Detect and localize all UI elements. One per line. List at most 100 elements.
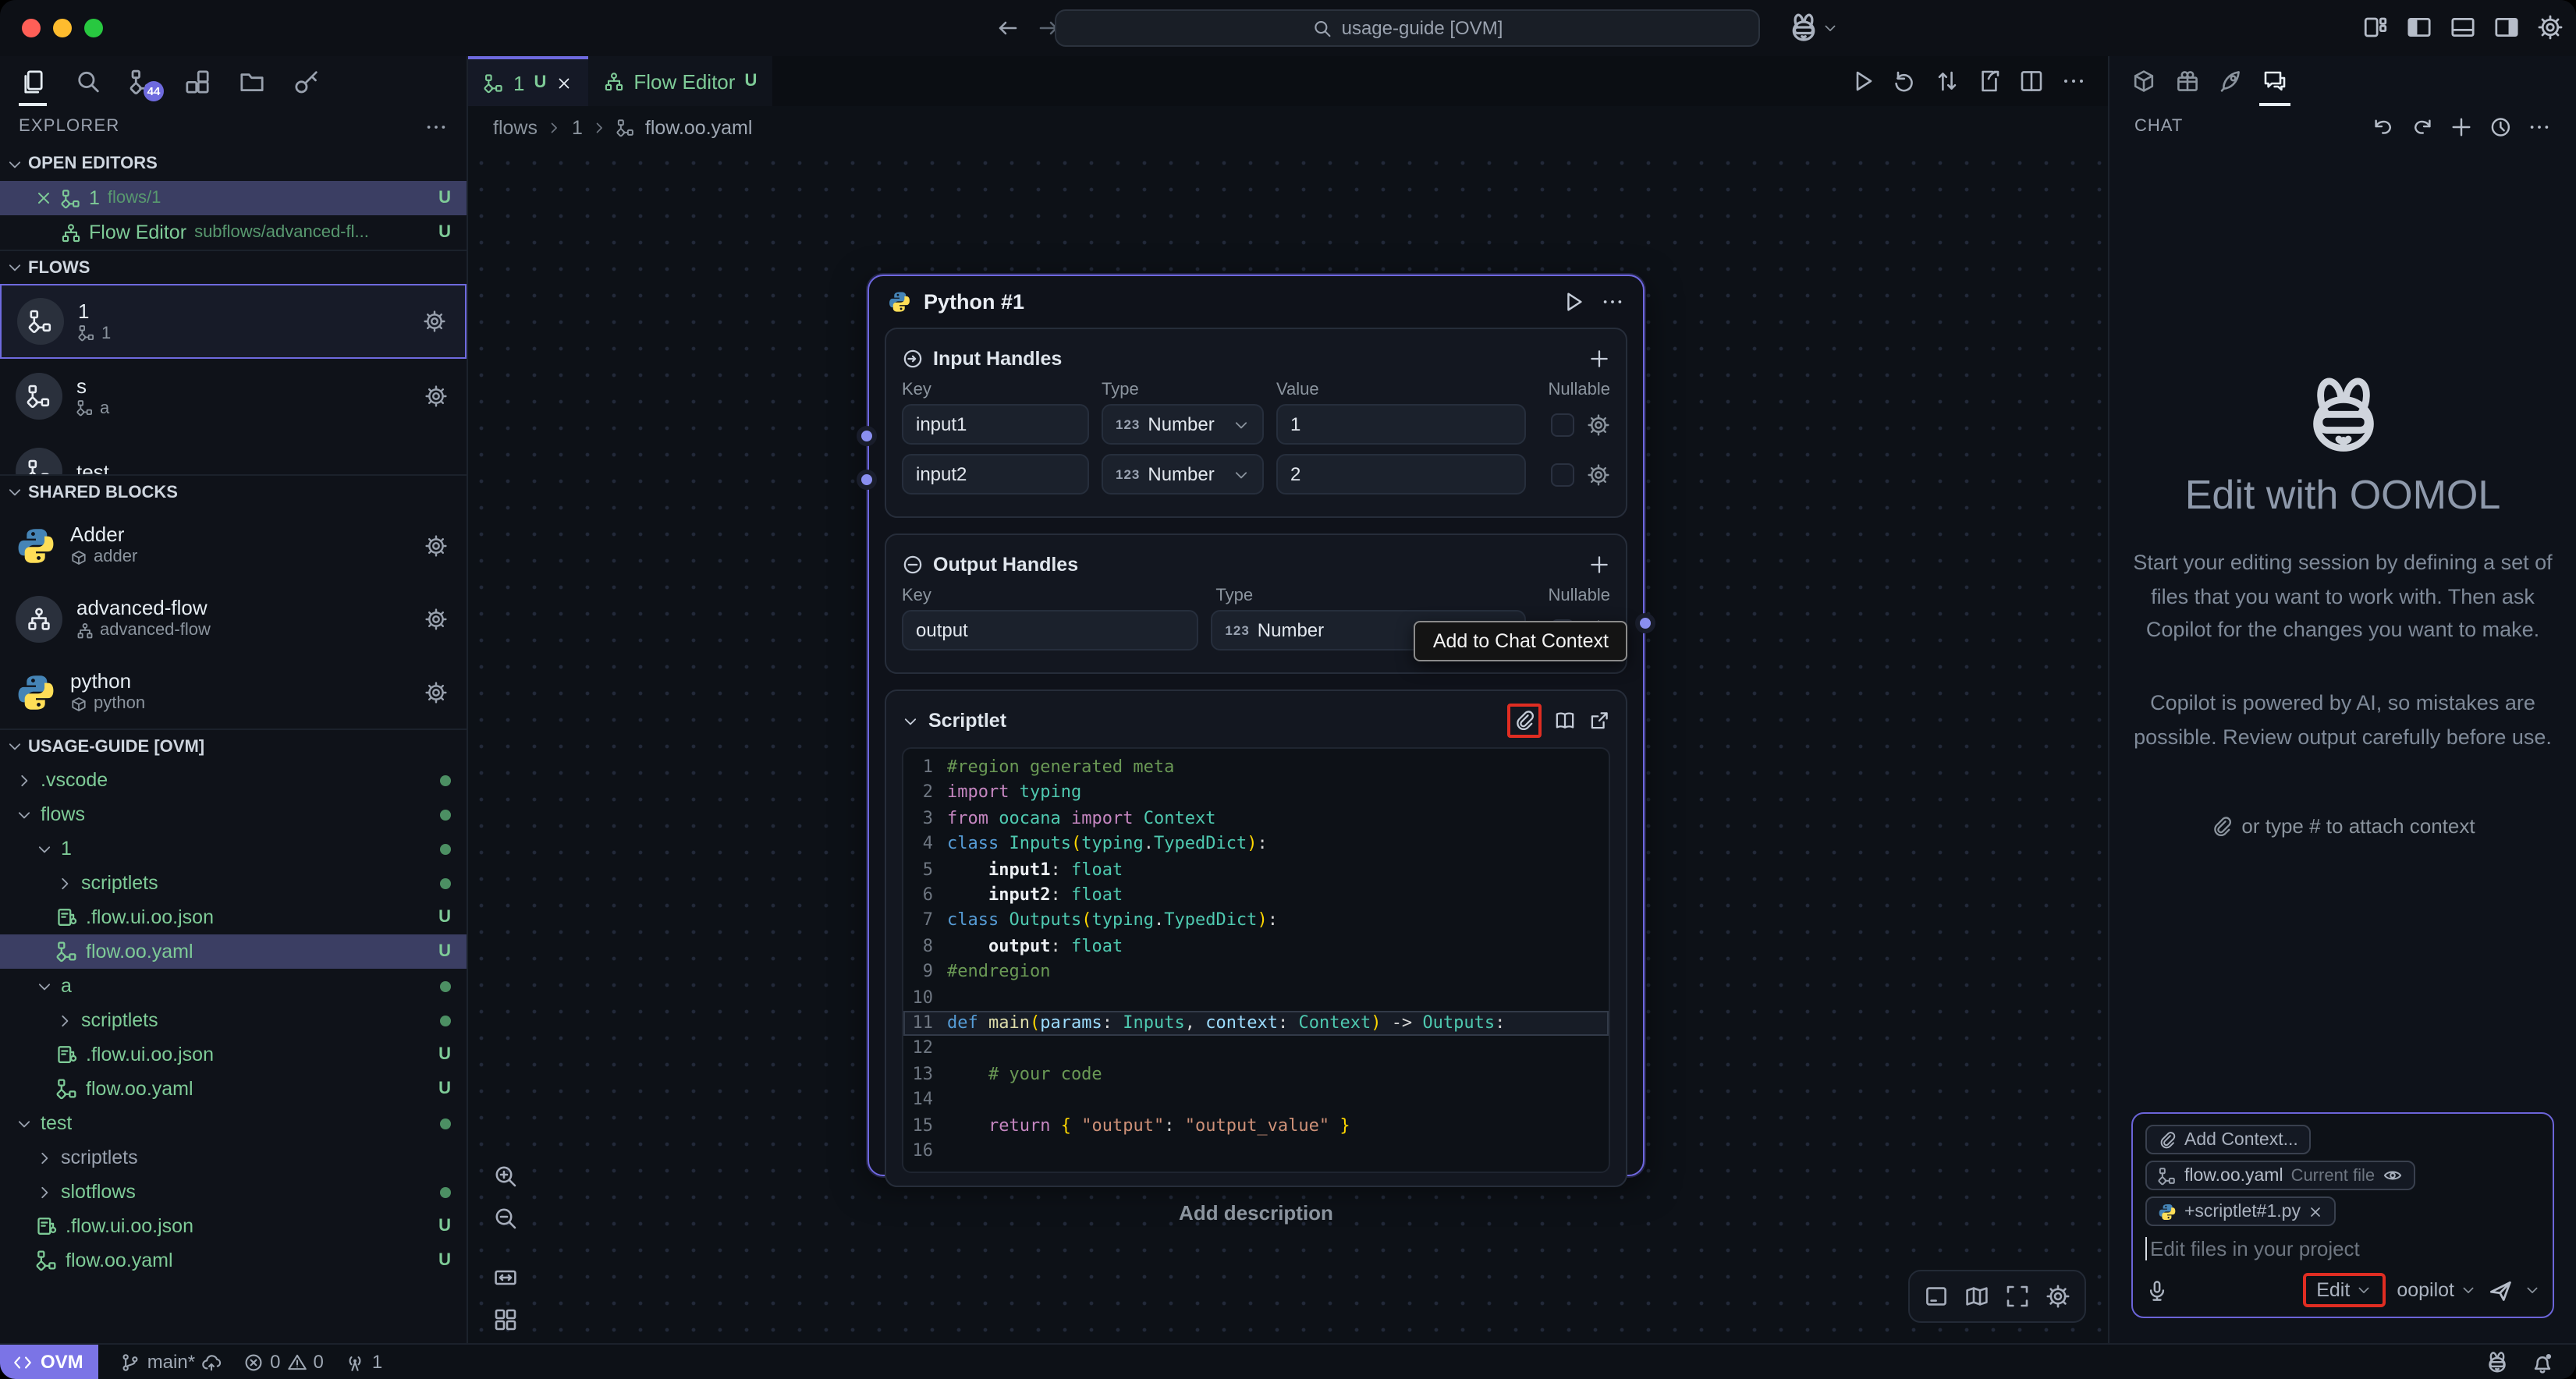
code-editor[interactable]: 1#region generated meta2import typing3fr… [902, 747, 1610, 1172]
docs-icon[interactable] [1554, 710, 1576, 732]
node-more-icon[interactable] [1601, 290, 1624, 314]
type-select[interactable]: 123Number [1102, 404, 1264, 445]
export-icon[interactable] [1977, 69, 2002, 94]
activity-item-search[interactable] [69, 56, 106, 106]
card-icon[interactable] [1924, 1284, 1949, 1309]
panel-tab-cube[interactable] [2131, 56, 2156, 106]
remove-chip-icon[interactable] [2308, 1204, 2324, 1219]
remote-indicator[interactable]: OVM [0, 1344, 99, 1379]
git-branch-item[interactable]: main* [121, 1351, 222, 1373]
add-context-chip[interactable]: Add Context... [2145, 1125, 2311, 1154]
split-icon[interactable] [2019, 69, 2044, 94]
activity-item-flow[interactable]: 44 [123, 56, 161, 106]
tree-item-slotflows[interactable]: slotflows [0, 1175, 467, 1209]
chevron-down-icon[interactable] [2525, 1282, 2540, 1298]
panel-bottom-icon[interactable] [2450, 14, 2476, 41]
open-editors-section-header[interactable]: OPEN EDITORS [0, 147, 467, 181]
value-field[interactable]: 2 [1276, 454, 1526, 495]
chat-input-box[interactable]: Add Context... flow.oo.yaml Current file… [2131, 1112, 2554, 1318]
panel-tab-rocket[interactable] [2219, 56, 2244, 106]
chevron-down-icon[interactable] [1822, 20, 1838, 36]
key-field[interactable]: input2 [902, 454, 1089, 495]
tree-item-.flow.ui.oo.json[interactable]: .flow.ui.oo.jsonU [0, 900, 467, 934]
ports-item[interactable]: 1 [346, 1351, 382, 1373]
microphone-icon[interactable] [2145, 1278, 2169, 1302]
command-center-search[interactable]: usage-guide [OVM] [1055, 9, 1760, 47]
breadcrumb-item[interactable]: 1 [572, 117, 583, 139]
eye-icon[interactable] [2383, 1165, 2403, 1186]
key-field[interactable]: output [902, 610, 1198, 651]
rerun-icon[interactable] [1893, 69, 1918, 94]
flow-card-test[interactable]: test [0, 434, 467, 474]
fit-icon[interactable] [2005, 1284, 2030, 1309]
project-section-header[interactable]: USAGE-GUIDE [OVM] [0, 728, 467, 763]
attach-to-chat-icon[interactable] [1513, 710, 1535, 732]
flows-section-header[interactable]: FLOWS [0, 250, 467, 284]
breadcrumb-item[interactable]: flows [493, 117, 538, 139]
close-window-button[interactable] [22, 19, 41, 37]
oomol-mascot-icon[interactable] [2486, 1350, 2509, 1374]
type-select[interactable]: 123Number [1102, 454, 1264, 495]
input1-handle[interactable] [857, 426, 877, 446]
open-external-icon[interactable] [1588, 710, 1610, 732]
run-node-icon[interactable] [1562, 290, 1585, 314]
add-description-button[interactable]: Add description [1179, 1201, 1333, 1225]
open-editor-item[interactable]: 1flows/1U [0, 181, 467, 215]
panel-right-icon[interactable] [2493, 14, 2520, 41]
input2-handle[interactable] [857, 470, 877, 490]
add-output-icon[interactable] [1588, 554, 1610, 576]
tree-item-flows[interactable]: flows [0, 797, 467, 831]
panel-tab-gift[interactable] [2175, 56, 2200, 106]
activity-item-files[interactable] [14, 56, 51, 106]
tree-item-scriptlets[interactable]: scriptlets [0, 866, 467, 900]
gear-icon[interactable] [2046, 1284, 2070, 1309]
shared-block-python[interactable]: pythonpython [0, 655, 467, 728]
redo-icon[interactable] [2411, 115, 2434, 138]
problems-item[interactable]: 0 0 [243, 1351, 324, 1373]
node-header[interactable]: Python #1 [869, 276, 1643, 328]
nullable-checkbox[interactable] [1551, 413, 1574, 436]
ellipsis-icon[interactable] [2528, 115, 2551, 138]
scriptlet-chip[interactable]: +scriptlet#1.py [2145, 1196, 2336, 1226]
zoom-in-button[interactable] [487, 1157, 524, 1195]
chevron-down-icon[interactable] [902, 712, 919, 729]
tab-1[interactable]: 1U [468, 56, 588, 106]
tree-item-scriptlets[interactable]: scriptlets [0, 1140, 467, 1175]
tree-item-1[interactable]: 1 [0, 831, 467, 866]
panel-tab-chat[interactable] [2262, 56, 2287, 106]
shared-blocks-section-header[interactable]: SHARED BLOCKS [0, 474, 467, 509]
fit-width-button[interactable] [487, 1259, 524, 1296]
maximize-window-button[interactable] [84, 19, 103, 37]
more-actions-icon[interactable] [424, 115, 448, 138]
tree-item-flow.oo.yaml[interactable]: flow.oo.yamlU [0, 1072, 467, 1106]
mode-dropdown[interactable]: Edit [2316, 1279, 2350, 1301]
back-icon[interactable] [995, 16, 1020, 41]
flow-card-s[interactable]: sa [0, 359, 467, 434]
tree-item-.vscode[interactable]: .vscode [0, 763, 467, 797]
grid-button[interactable] [487, 1301, 524, 1338]
ellipsis-icon[interactable] [2061, 69, 2086, 94]
model-dropdown[interactable]: oopilot [2397, 1279, 2476, 1301]
chat-input-field[interactable]: Edit files in your project [2145, 1237, 2540, 1260]
compare-icon[interactable] [1935, 69, 1960, 94]
activity-item-blocks[interactable] [178, 56, 215, 106]
flow-card-1[interactable]: 11 [0, 284, 467, 359]
add-input-icon[interactable] [1588, 348, 1610, 370]
tree-item-a[interactable]: a [0, 969, 467, 1003]
tab-flow-editor[interactable]: Flow EditorU [588, 56, 772, 106]
tree-item-.flow.ui.oo.json[interactable]: .flow.ui.oo.jsonU [0, 1209, 467, 1243]
nullable-checkbox[interactable] [1551, 463, 1574, 486]
oomol-mascot-icon[interactable] [1788, 12, 1819, 44]
bell-icon[interactable] [2531, 1350, 2554, 1374]
output-handle[interactable] [1635, 613, 1655, 633]
tree-item-flow.oo.yaml[interactable]: flow.oo.yamlU [0, 934, 467, 969]
tree-item-test[interactable]: test [0, 1106, 467, 1140]
open-editor-item[interactable]: Flow Editorsubflows/advanced-fl...U [0, 215, 467, 250]
tree-item-.flow.ui.oo.json[interactable]: .flow.ui.oo.jsonU [0, 1037, 467, 1072]
minimize-window-button[interactable] [53, 19, 72, 37]
history-icon[interactable] [2489, 115, 2512, 138]
zoom-out-button[interactable] [487, 1200, 524, 1237]
activity-item-folder[interactable] [232, 56, 270, 106]
activity-item-key[interactable] [287, 56, 325, 106]
tree-item-scriptlets[interactable]: scriptlets [0, 1003, 467, 1037]
